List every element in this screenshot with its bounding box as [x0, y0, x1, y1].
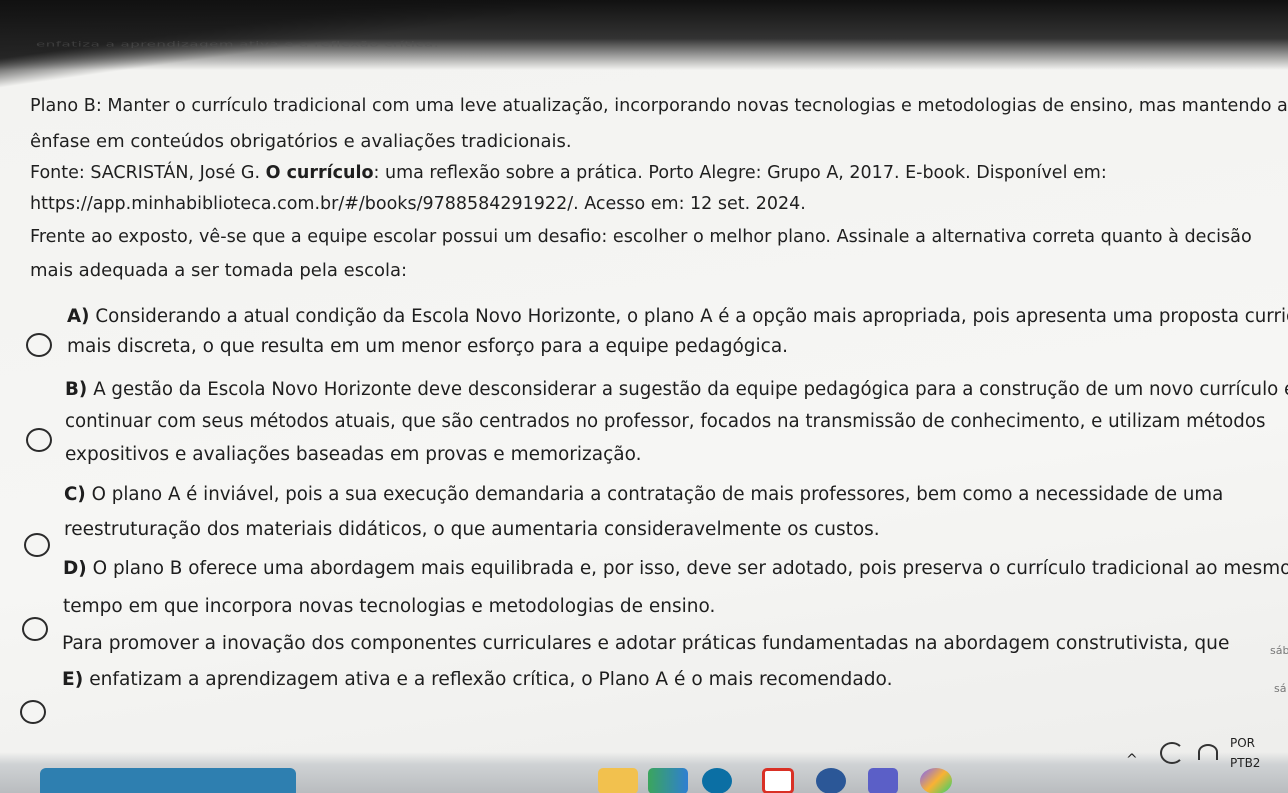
option-c-line-2: reestruturação dos materiais didáticos, … [64, 519, 880, 540]
option-a-line-1: A) Considerando a atual condição da Escol… [67, 306, 1288, 327]
copilot-icon[interactable] [920, 768, 952, 793]
source-suffix: : uma reflexão sobre a prática. Porto Al… [373, 163, 1107, 183]
source-url: https://app.minhabiblioteca.com.br/#/boo… [30, 194, 806, 214]
source-prefix: Fonte: SACRISTÁN, José G. [30, 163, 266, 183]
source-title: O currículo [265, 163, 374, 183]
language-line-1[interactable]: POR [1230, 736, 1255, 750]
question-line-2: mais adequada a ser tomada pela escola: [30, 260, 408, 281]
language-line-2[interactable]: PTB2 [1230, 756, 1260, 770]
option-b-line-2: continuar com seus métodos atuais, que s… [65, 411, 1266, 432]
option-c-radio[interactable] [24, 533, 50, 557]
outlook-icon[interactable] [816, 768, 846, 793]
cut-off-previous-line: enfatiza a aprendizagem ativa e a reflex… [36, 40, 440, 49]
option-c-line-1: C) O plano A é inviável, pois a sua execu… [64, 484, 1224, 505]
source-citation: Fonte: SACRISTÁN, José G. O currículo: u… [30, 163, 1107, 183]
dell-icon[interactable] [702, 768, 732, 793]
photo-of-screen: enfatiza a aprendizagem ativa e a reflex… [0, 0, 1288, 793]
option-c-letter: C) [64, 484, 86, 505]
teams-icon[interactable] [868, 768, 898, 793]
option-a-line-2: mais discreta, o que resulta em um menor… [67, 336, 789, 357]
option-b-line-3: expositivos e avaliações baseadas em pro… [65, 444, 642, 465]
option-b-radio[interactable] [26, 428, 52, 452]
option-d-line-2: tempo em que incorpora novas tecnologias… [63, 596, 716, 617]
option-e-line-letter: E) enfatizam a aprendizagem ativa e a ref… [62, 669, 893, 690]
option-d-letter: D) [63, 558, 87, 579]
start-search-button[interactable] [40, 768, 296, 793]
side-fragment-1: sáb [1270, 644, 1288, 657]
option-e-letter: E) [62, 669, 84, 690]
plan-b-line-2: ênfase em conteúdos obrigatórios e avali… [30, 131, 572, 152]
wifi-icon[interactable] [1198, 744, 1218, 760]
store-icon[interactable] [648, 768, 688, 793]
gmail-icon[interactable] [762, 768, 794, 793]
plan-b-line-1: Plano B: Manter o currículo tradicional … [30, 96, 1288, 116]
option-a-radio[interactable] [26, 333, 52, 357]
option-b-line-1: B) A gestão da Escola Novo Horizonte deve… [65, 379, 1288, 400]
side-fragment-2: sá [1274, 682, 1287, 695]
option-a-letter: A) [67, 306, 90, 327]
option-d-line-1: D) O plano B oferece uma abordagem mais e… [63, 558, 1288, 579]
dark-top-edge [0, 0, 1288, 70]
option-d-radio[interactable] [22, 617, 48, 641]
option-e-line-1: Para promover a inovação dos componentes… [62, 633, 1230, 654]
sync-icon[interactable] [1160, 742, 1184, 764]
question-line-1: Frente ao exposto, vê-se que a equipe es… [30, 227, 1252, 247]
option-b-letter: B) [65, 379, 88, 400]
file-explorer-icon[interactable] [598, 768, 638, 793]
option-e-radio[interactable] [20, 700, 46, 724]
tray-overflow-chevron[interactable]: ^ [1126, 752, 1138, 768]
